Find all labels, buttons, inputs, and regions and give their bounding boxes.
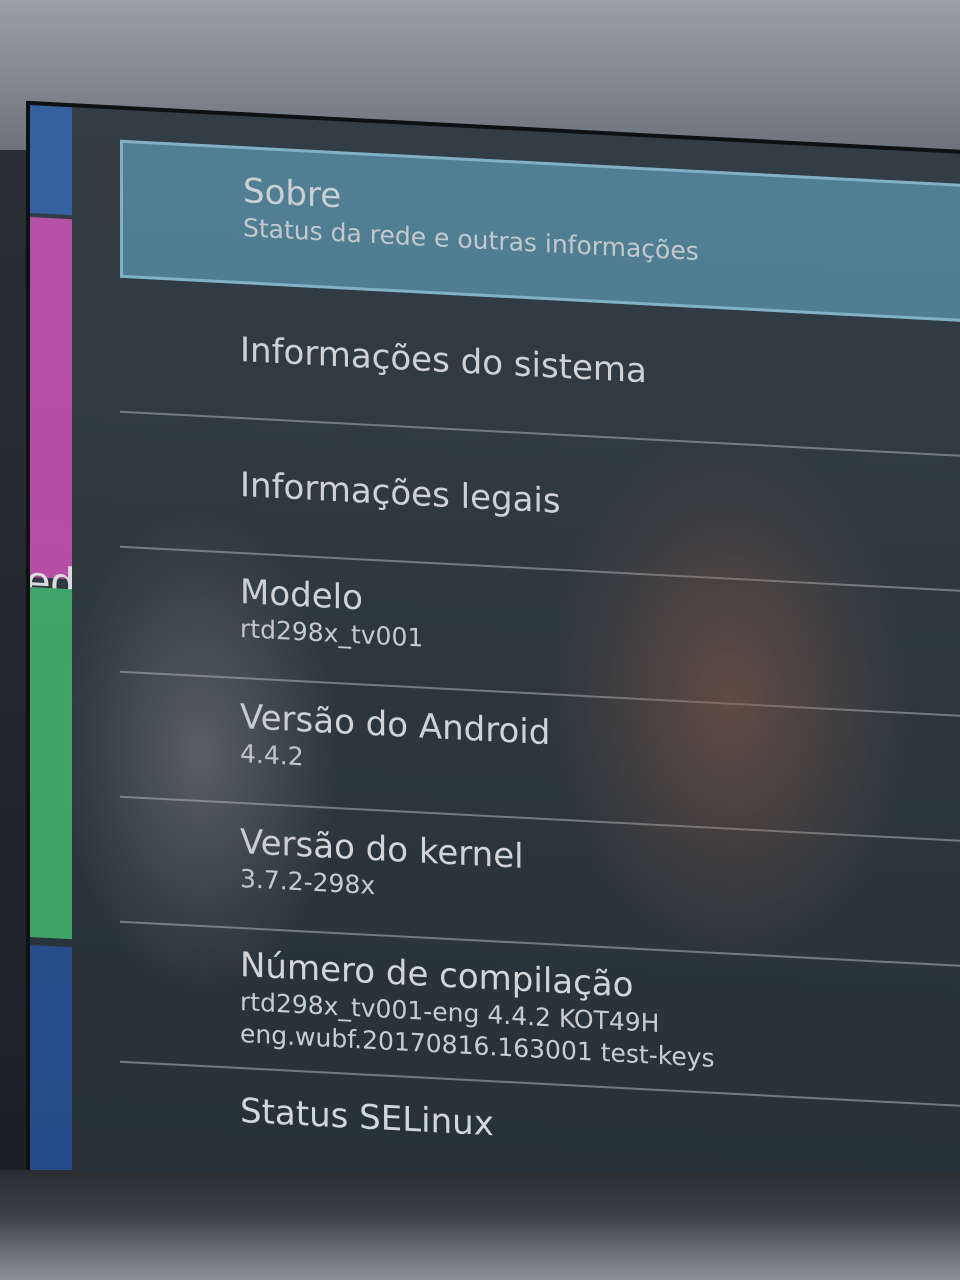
legal-info-title: Informações legais xyxy=(240,465,561,522)
selinux-status-title: Status SELinux xyxy=(240,1091,494,1145)
launcher-tile-magenta[interactable]: ed xyxy=(30,217,75,608)
launcher-tile-green[interactable] xyxy=(30,587,72,940)
tv-bezel xyxy=(0,1170,960,1280)
launcher-tile-darkblue[interactable] xyxy=(30,945,72,1208)
launcher-tile-blue[interactable] xyxy=(30,105,72,216)
launcher-tiles: ed xyxy=(30,105,75,1208)
tv-screen: ed Sobre Status da rede e outras informa… xyxy=(30,105,960,1258)
settings-about-list: Sobre Status da rede e outras informaçõe… xyxy=(120,139,960,1257)
system-info-title: Informações do sistema xyxy=(240,330,647,392)
